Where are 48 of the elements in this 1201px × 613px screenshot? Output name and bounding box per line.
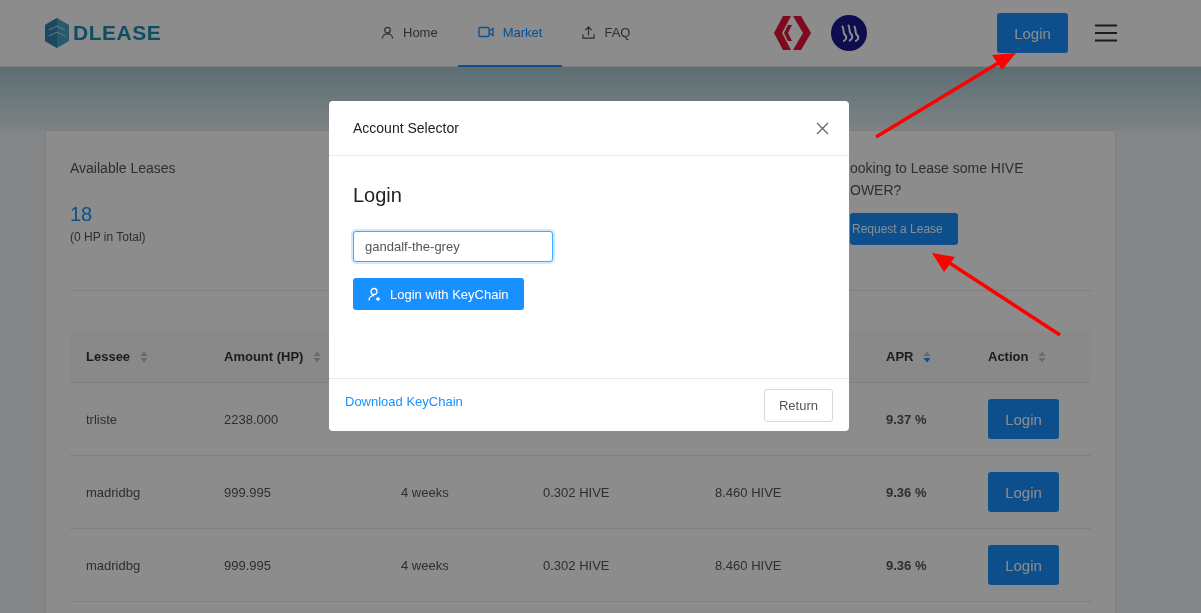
stat-note: (0 HP in Total)	[70, 230, 147, 244]
login-button[interactable]: Login	[988, 472, 1059, 512]
request-lease-button[interactable]: Request a Lease	[850, 213, 958, 245]
table-cell: 2238.000	[224, 411, 279, 427]
table-cell: 0.302 HIVE	[543, 557, 610, 573]
menu-icon[interactable]	[1095, 24, 1117, 42]
table-cell: madridbg	[86, 484, 141, 500]
stat-title: ooking to Lease some HIVE	[850, 159, 1025, 178]
steem-logo-icon[interactable]	[831, 15, 868, 51]
table-cell: 999.995	[224, 557, 271, 573]
user-icon	[381, 25, 394, 39]
login-button[interactable]: Login	[988, 545, 1059, 585]
keychain-login-button[interactable]: Login with KeyChain	[353, 278, 524, 310]
download-keychain-link[interactable]: Download KeyChain	[345, 393, 463, 409]
stat-title: OWER?	[850, 181, 903, 200]
column-header[interactable]: Lessee	[86, 349, 131, 364]
table-cell: 4 weeks	[401, 557, 449, 573]
table-cell: 4 weeks	[401, 484, 449, 500]
table-cell: 0.302 HIVE	[543, 484, 610, 500]
table-cell: 9.36 %	[886, 484, 927, 500]
username-field[interactable]: gandalf-the-grey	[353, 231, 553, 262]
table-cell: 9.36 %	[886, 557, 927, 573]
table-cell: 8.460 HIVE	[715, 484, 782, 500]
dialog-title: Account Selector	[353, 120, 459, 136]
table-cell: 999.995	[224, 484, 271, 500]
sort-icon[interactable]	[923, 350, 932, 363]
upload-icon	[582, 25, 596, 39]
table-cell: 9.37 %	[886, 411, 927, 427]
login-button[interactable]: Login	[997, 13, 1068, 53]
return-button[interactable]: Return	[763, 388, 833, 422]
column-header[interactable]: Amount (HP)	[224, 349, 304, 364]
close-icon[interactable]	[816, 121, 829, 135]
nav-tab[interactable]: Home	[361, 0, 458, 67]
login-heading: Login	[353, 184, 402, 207]
video-icon	[477, 26, 494, 38]
user-icon	[368, 287, 382, 301]
table-cell: 8.460 HIVE	[715, 557, 782, 573]
hive-logo-icon[interactable]	[774, 16, 812, 50]
column-header[interactable]: APR	[886, 349, 914, 364]
stat-title: Available Leases	[70, 159, 177, 178]
logo-text: DLEASE	[73, 21, 162, 45]
stat-value: 18	[70, 203, 94, 226]
nav-tab[interactable]: FAQ	[562, 0, 651, 67]
logo-icon	[45, 18, 69, 48]
table-cell: madridbg	[86, 557, 141, 573]
column-header[interactable]: Action	[988, 349, 1029, 364]
table-cell: trliste	[86, 411, 118, 427]
login-button[interactable]: Login	[988, 399, 1059, 439]
